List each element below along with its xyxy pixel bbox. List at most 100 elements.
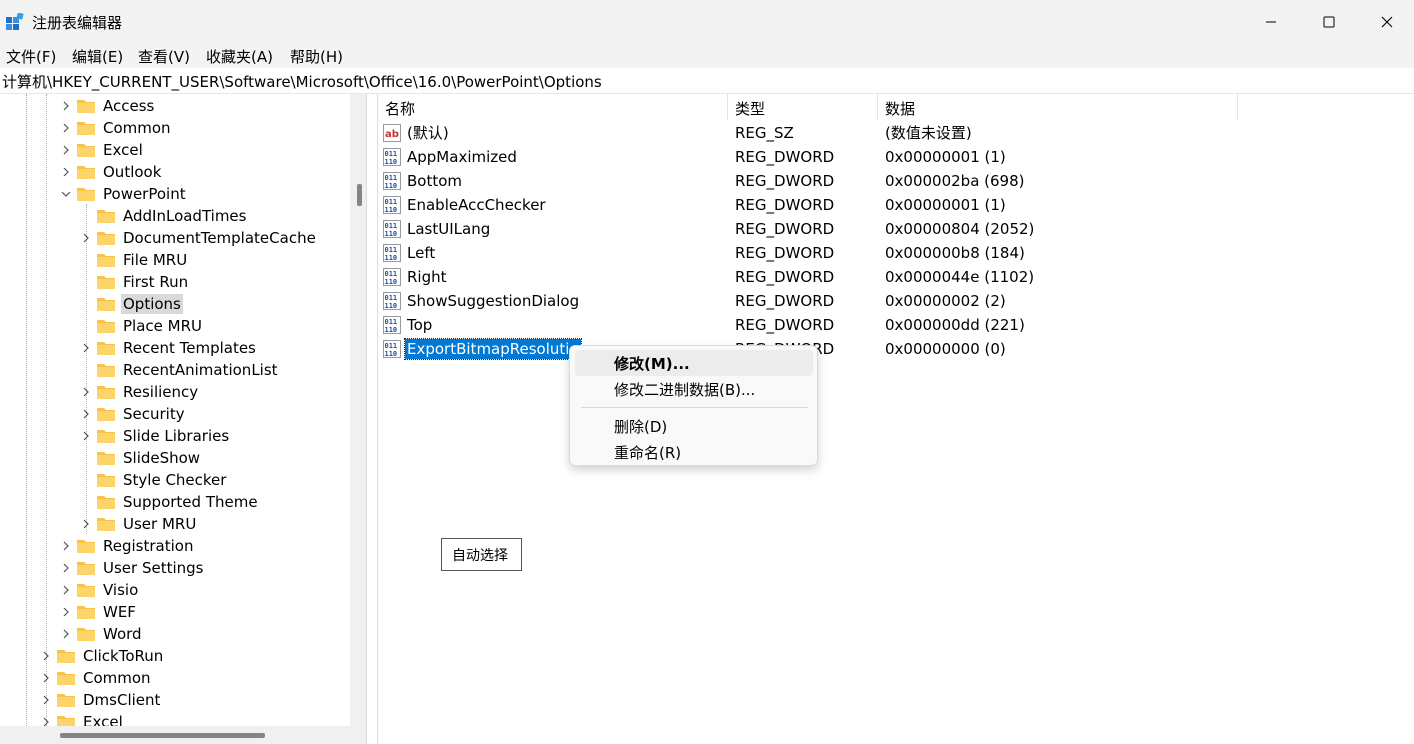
chevron-right-icon[interactable] [60,601,72,623]
column-header-name[interactable]: 名称 [378,94,728,120]
menu-view[interactable]: 查看(V) [138,46,190,67]
value-row[interactable]: 011 110 Left REG_DWORD 0x000000b8 (184) [378,241,1414,265]
tree-node[interactable]: Slide Libraries [80,425,231,447]
tree-node-label: Visio [103,581,139,599]
context-modify-binary[interactable]: 修改二进制数据(B)... [575,376,813,402]
chevron-right-icon[interactable] [60,579,72,601]
tree-node[interactable]: File MRU [80,249,189,271]
tree-node[interactable]: RecentAnimationList [80,359,280,381]
tree-node[interactable]: Place MRU [80,315,204,337]
maximize-button[interactable] [1300,0,1358,44]
menu-favorites[interactable]: 收藏夹(A) [206,46,273,67]
chevron-right-icon[interactable] [40,689,52,711]
value-name: (默认) [407,124,449,142]
chevron-right-icon[interactable] [80,425,92,447]
tree-node[interactable]: User MRU [80,513,198,535]
value-row[interactable]: 011 110 AppMaximized REG_DWORD 0x00000001 (1… [378,145,1414,169]
value-row[interactable]: 011 110 ShowSuggestionDialog REG_DWORD 0x000… [378,289,1414,313]
tree-node[interactable]: First Run [80,271,190,293]
chevron-right-icon[interactable] [60,623,72,645]
tree-node[interactable]: SlideShow [80,447,202,469]
tree-node[interactable]: Security [80,403,187,425]
chevron-right-icon[interactable] [80,403,92,425]
chevron-right-icon[interactable] [60,161,72,183]
chevron-right-icon[interactable] [60,117,72,139]
value-row[interactable]: 011 110 LastUILang REG_DWORD 0x00000804 (205… [378,217,1414,241]
folder-icon [76,560,96,576]
value-name: EnableAccChecker [407,196,546,214]
minimize-button[interactable] [1242,0,1300,44]
address-path[interactable]: 计算机\HKEY_CURRENT_USER\Software\Microsoft… [2,71,602,92]
value-row[interactable]: 011 110 Top REG_DWORD 0x000000dd (221) [378,313,1414,337]
tree-node-label: AddInLoadTimes [123,207,247,225]
tree-node[interactable]: Options [80,293,183,315]
tree-node[interactable]: PowerPoint [60,183,188,205]
folder-icon [96,406,116,422]
value-row[interactable]: 011 110 Right REG_DWORD 0x0000044e (1102) [378,265,1414,289]
tree-node[interactable]: Outlook [60,161,163,183]
menu-bar: 文件(F) 编辑(E) 查看(V) 收藏夹(A) 帮助(H) [0,44,1414,68]
tree-node[interactable]: Recent Templates [80,337,258,359]
pane-splitter[interactable] [366,94,378,744]
chevron-right-icon[interactable] [80,513,92,535]
menu-edit[interactable]: 编辑(E) [72,46,123,67]
column-header-type[interactable]: 类型 [728,94,878,120]
tree-node[interactable]: DmsClient [40,689,162,711]
context-rename[interactable]: 重命名(R) [575,439,813,465]
folder-icon [96,472,116,488]
folder-icon [96,450,116,466]
tree-node[interactable]: WEF [60,601,138,623]
tree-node[interactable]: AddInLoadTimes [80,205,248,227]
tree-node[interactable]: Excel [60,139,145,161]
tree-node-label: WEF [103,603,136,621]
folder-icon [96,252,116,268]
tree-scroll-thumb[interactable] [357,184,362,206]
chevron-right-icon[interactable] [60,557,72,579]
tree-node[interactable]: Common [60,117,173,139]
address-bar[interactable]: 计算机\HKEY_CURRENT_USER\Software\Microsoft… [0,68,1414,94]
chevron-right-icon[interactable] [60,139,72,161]
tree-node[interactable]: Style Checker [80,469,228,491]
tree-node[interactable]: Common [40,667,153,689]
menu-help[interactable]: 帮助(H) [290,46,343,67]
tree-node[interactable]: Word [60,623,144,645]
tree-node[interactable]: Supported Theme [80,491,260,513]
tree-node[interactable]: Access [60,95,156,117]
value-row[interactable]: 011 110 Bottom REG_DWORD 0x000002ba (698) [378,169,1414,193]
tree-node[interactable]: User Settings [60,557,205,579]
svg-text:011: 011 [385,150,398,158]
folder-icon [56,648,76,664]
chevron-right-icon[interactable] [80,227,92,249]
value-name: ShowSuggestionDialog [407,292,580,310]
svg-text:110: 110 [385,230,398,238]
chevron-right-icon[interactable] [80,337,92,359]
tree-node-label: DmsClient [83,691,161,709]
chevron-right-icon[interactable] [40,645,52,667]
menu-file[interactable]: 文件(F) [6,46,56,67]
tree-node-label: Options [121,294,183,314]
value-row[interactable]: ab (默认) REG_SZ (数值未设置) [378,121,1414,145]
tree-hscroll-thumb[interactable] [60,733,265,738]
tree-node[interactable]: ClickToRun [40,645,165,667]
folder-icon [96,494,116,510]
chevron-right-icon[interactable] [60,95,72,117]
chevron-right-icon[interactable] [40,667,52,689]
context-delete[interactable]: 删除(D) [575,413,813,439]
column-header-data[interactable]: 数据 [878,94,1238,120]
tree-node[interactable]: Resiliency [80,381,200,403]
folder-icon [76,582,96,598]
value-row[interactable]: 011 110 EnableAccChecker REG_DWORD 0x0000000… [378,193,1414,217]
context-modify[interactable]: 修改(M)... [575,350,813,376]
tree-node[interactable]: Visio [60,579,140,601]
value-list-pane[interactable]: 名称 类型 数据 ab (默认) REG_SZ (数值未设置) 011 110 AppMax… [378,94,1414,744]
tree-node[interactable]: Registration [60,535,195,557]
close-button[interactable] [1358,0,1414,44]
tree-node[interactable]: DocumentTemplateCache [80,227,318,249]
key-tree-pane[interactable]: Access Common Excel Outlook PowerPoint AddInL… [0,94,366,744]
chevron-down-icon[interactable] [60,183,72,205]
chevron-right-icon[interactable] [60,535,72,557]
chevron-right-icon[interactable] [80,381,92,403]
tree-node-label: Place MRU [123,317,202,335]
value-row[interactable]: 011110ExportBitmapResolutioREG_DWORD0x00… [378,337,1414,361]
value-data: 0x00000804 (2052) [885,220,1035,238]
